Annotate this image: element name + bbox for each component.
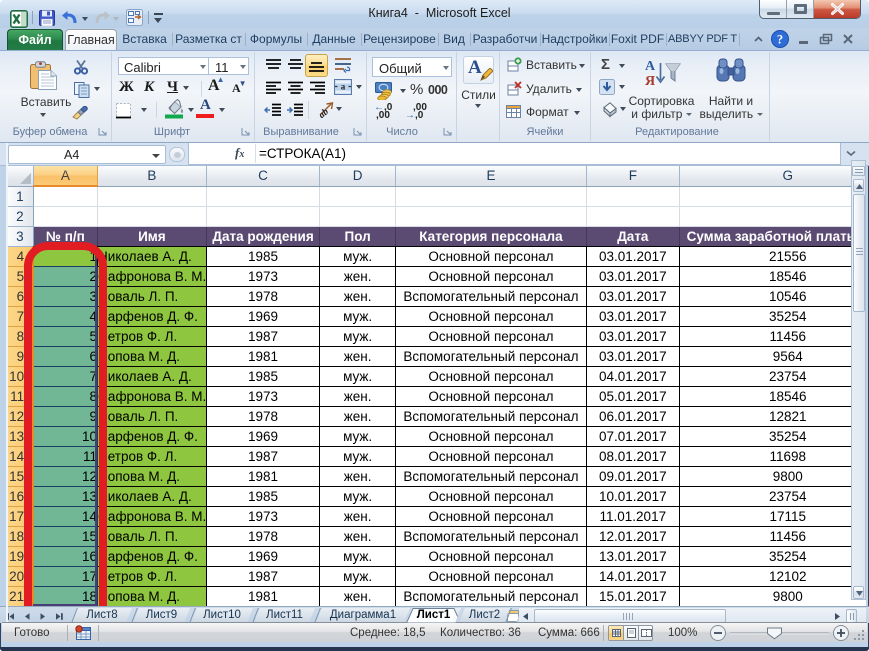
svg-text:Я: Я <box>645 74 655 88</box>
svg-text:a: a <box>341 82 346 92</box>
svg-text:А: А <box>645 59 656 74</box>
svg-text:?: ? <box>777 33 783 47</box>
svg-text:ab: ab <box>317 107 331 118</box>
